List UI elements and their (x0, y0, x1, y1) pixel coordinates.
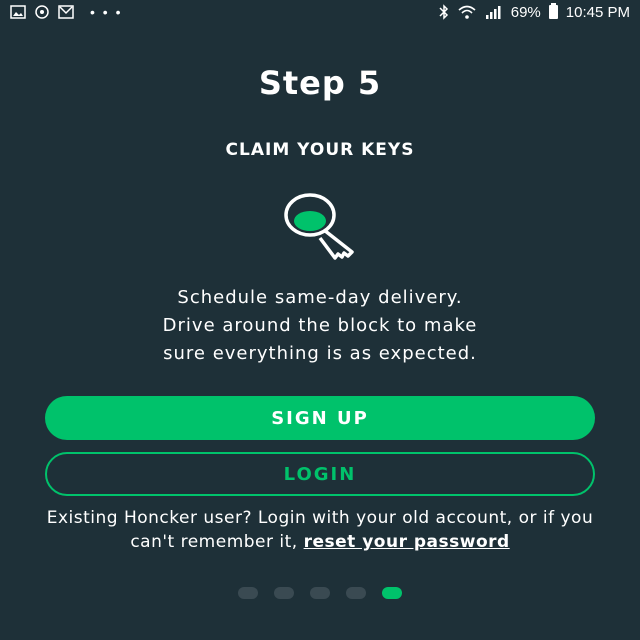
existing-user-text: Existing Honcker user? Login with your o… (40, 506, 600, 554)
page-dot[interactable] (274, 587, 294, 599)
wifi-icon (457, 4, 477, 20)
battery-icon (548, 3, 558, 19)
status-bar-right: 69% 10:45 PM (439, 3, 630, 21)
reset-password-link[interactable]: reset your password (304, 532, 510, 552)
page-indicator (0, 587, 640, 599)
key-icon (280, 190, 364, 274)
sign-up-button[interactable]: SIGN UP (45, 396, 595, 440)
bluetooth-icon (439, 4, 449, 20)
description-line: Drive around the block to make (162, 315, 478, 336)
sync-icon (34, 4, 50, 20)
clock: 10:45 PM (565, 3, 630, 21)
step-title: Step 5 (258, 64, 382, 102)
page-dot[interactable] (346, 587, 366, 599)
status-bar: • • • 69% 10:45 PM (0, 0, 640, 24)
login-button[interactable]: LOGIN (45, 452, 595, 496)
gmail-icon (58, 5, 74, 19)
status-bar-left: • • • (10, 4, 122, 20)
page-dot[interactable] (238, 587, 258, 599)
overflow-dots: • • • (90, 4, 123, 20)
step-subtitle: CLAIM YOUR KEYS (225, 140, 415, 160)
description-line: sure everything is as expected. (163, 343, 477, 364)
step-description: Schedule same-day delivery. Drive around… (40, 284, 600, 368)
battery-percent: 69% (510, 3, 541, 21)
description-line: Schedule same-day delivery. (177, 287, 463, 308)
page-dot-active[interactable] (382, 587, 402, 599)
signal-icon (485, 5, 503, 19)
page-dot[interactable] (310, 587, 330, 599)
image-icon (10, 5, 26, 19)
onboarding-screen: • • • 69% 10:45 PM Step 5 CLAIM YOUR KEY… (0, 0, 640, 640)
